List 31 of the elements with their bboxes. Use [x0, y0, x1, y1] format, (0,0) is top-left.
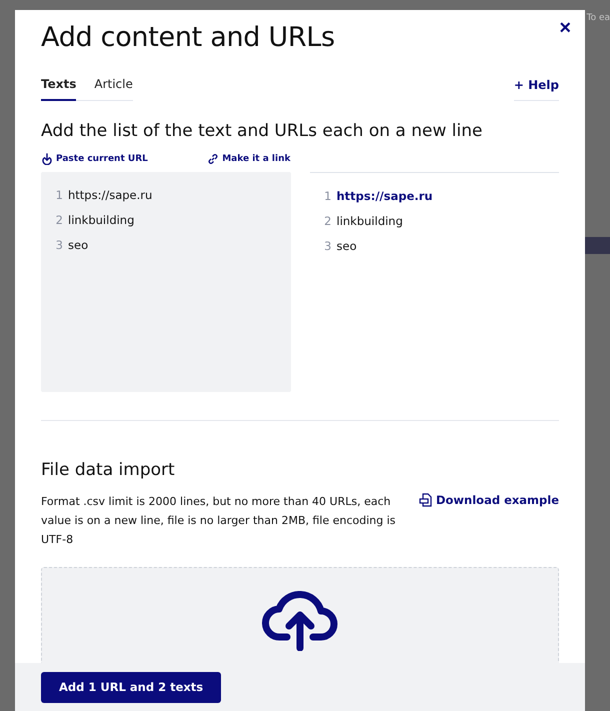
line-number: 1	[54, 188, 63, 202]
line-text: https://sape.ru	[68, 188, 152, 202]
background-text: To ea	[586, 13, 610, 23]
line-text: seo	[68, 238, 88, 252]
line-number: 3	[323, 238, 332, 252]
line-text: linkbuilding	[68, 212, 134, 226]
close-button[interactable]: ×	[557, 18, 573, 38]
submit-button[interactable]: Add 1 URL and 2 texts	[41, 672, 222, 702]
help-link[interactable]: + Help	[514, 72, 559, 101]
dialog-title: Add content and URLs	[41, 22, 336, 53]
line-number: 1	[323, 188, 332, 202]
format-description: Format .csv limit is 2000 lines, but no more than 40 URLs, each value is on a new line, file is no larger than 2MB, file encoding is UTF-8	[41, 494, 396, 548]
make-link-button[interactable]: Make it a link	[207, 153, 290, 165]
line-number: 2	[54, 212, 63, 226]
tab[interactable]: Texts	[41, 71, 76, 101]
tab[interactable]: Article	[94, 71, 133, 101]
download-icon	[41, 153, 53, 165]
download-example-link[interactable]: Download example	[418, 493, 559, 507]
link-text[interactable]: https://sape.ru	[336, 188, 433, 202]
link-icon	[207, 153, 220, 165]
line-number: 2	[323, 214, 332, 228]
paste-url-button[interactable]: Paste current URL	[41, 153, 148, 165]
text-editor[interactable]: 1 https://sape.ru 2 linkbuilding 3 seo	[41, 172, 290, 392]
background-bar	[585, 237, 610, 254]
cloud-upload-icon	[260, 591, 340, 651]
csv-file-icon	[418, 493, 433, 507]
section-heading: Add the list of the text and URLs each on a new line	[41, 121, 484, 141]
line-number: 3	[54, 238, 63, 252]
line-text: seo	[336, 238, 357, 252]
line-text: linkbuilding	[336, 214, 403, 228]
section-heading: File data import	[41, 460, 176, 480]
